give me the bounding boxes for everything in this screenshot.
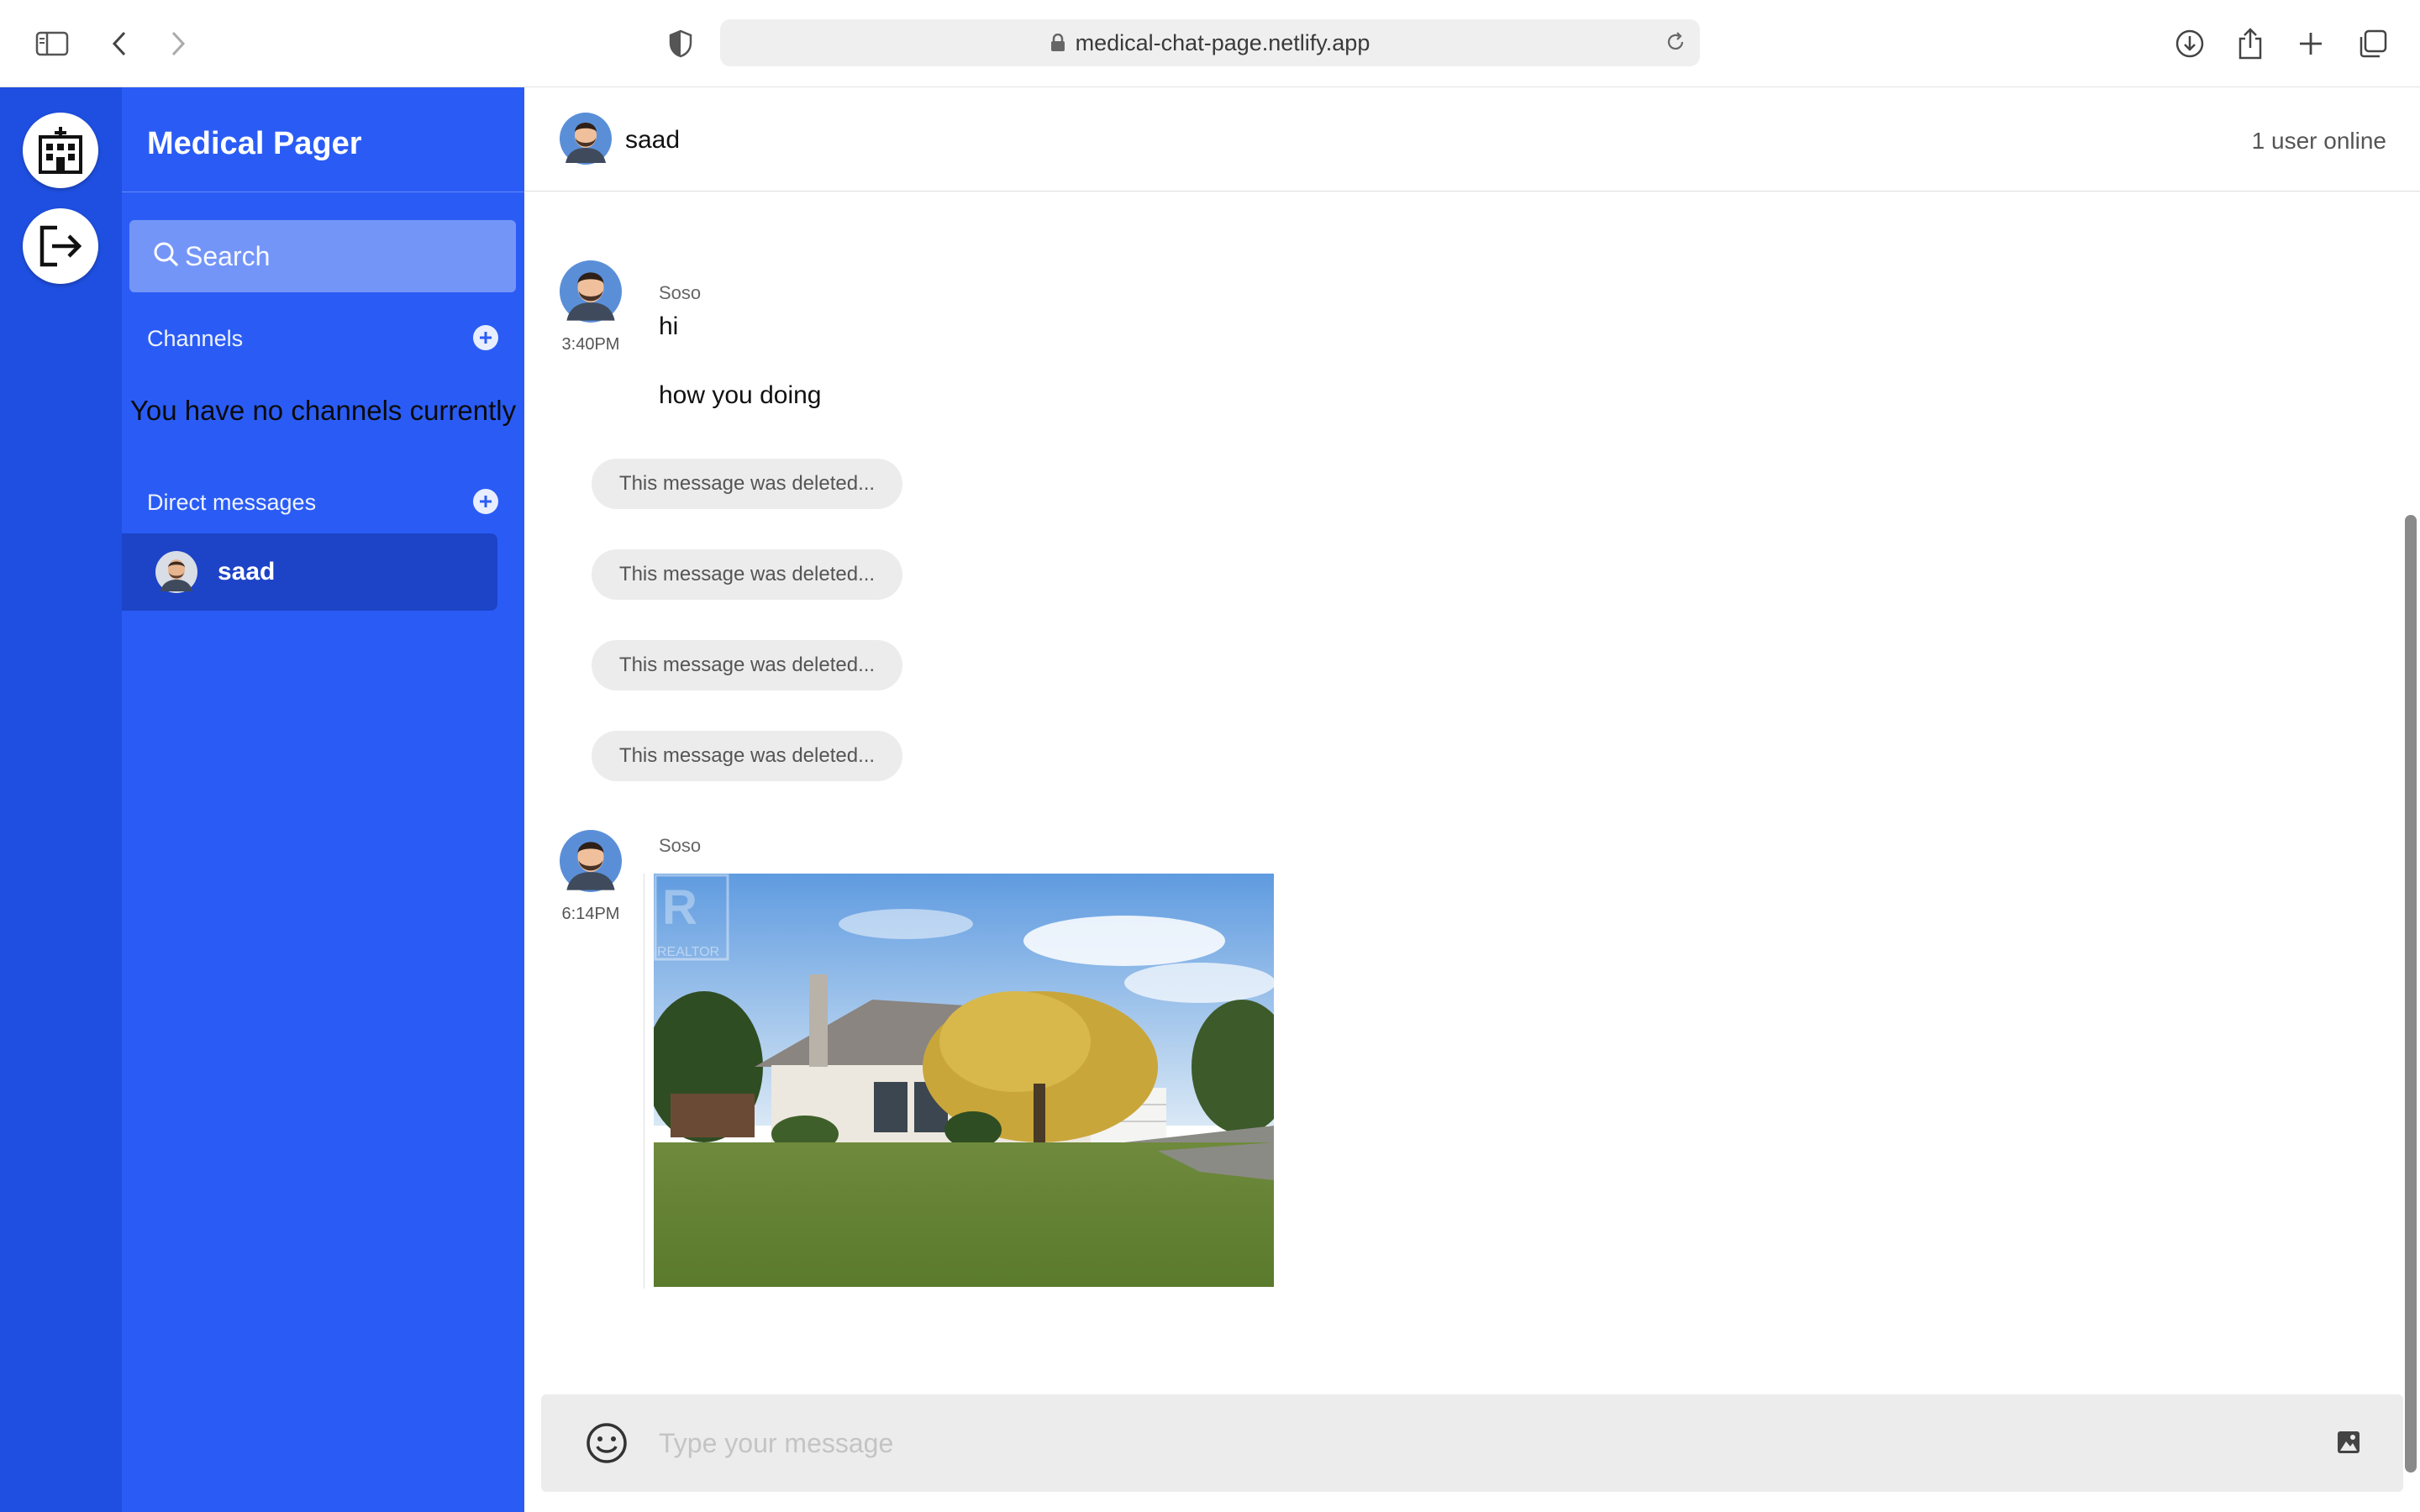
message-composer xyxy=(541,1394,2403,1492)
channels-empty-note: You have no channels currently xyxy=(129,395,517,426)
message-time: 3:40PM xyxy=(561,335,620,354)
logout-icon[interactable] xyxy=(23,208,98,284)
sidebar-toggle-icon[interactable] xyxy=(34,25,71,62)
search-input[interactable] xyxy=(185,240,504,272)
sidebar-item-label: saad xyxy=(218,558,276,585)
plus-icon xyxy=(480,496,492,507)
message-avatar xyxy=(560,260,622,327)
search-box[interactable] xyxy=(129,220,516,292)
svg-text:R: R xyxy=(662,880,697,935)
deleted-message: This message was deleted... xyxy=(592,459,902,509)
new-tab-icon[interactable] xyxy=(2292,25,2329,62)
chat-panel: saad 1 user online 3:40PM Soso hi how yo… xyxy=(524,87,2420,1512)
download-icon[interactable] xyxy=(2171,25,2208,62)
message-avatar xyxy=(560,830,622,896)
back-icon[interactable] xyxy=(101,25,138,62)
message-time: 6:14PM xyxy=(561,905,620,923)
message-text: how you doing xyxy=(659,381,822,409)
hospital-icon[interactable] xyxy=(23,113,98,188)
privacy-shield-icon[interactable] xyxy=(662,25,699,62)
house-photo[interactable]: R REALTOR xyxy=(654,874,1274,1287)
url-text: medical-chat-page.netlify.app xyxy=(1075,29,1370,55)
message-author: Soso xyxy=(659,282,702,303)
emoji-icon[interactable] xyxy=(585,1421,629,1469)
image-watermark: REALTOR xyxy=(657,945,719,959)
forward-icon[interactable] xyxy=(160,25,197,62)
icon-rail xyxy=(0,87,122,1512)
search-icon xyxy=(153,241,180,272)
app-title: Medical Pager xyxy=(147,126,362,161)
message-text: hi xyxy=(659,312,679,340)
direct-messages-label: Direct messages xyxy=(147,490,317,515)
channels-label: Channels xyxy=(147,326,244,351)
header-avatar xyxy=(560,113,612,169)
lock-icon xyxy=(1050,34,1065,52)
plus-icon xyxy=(480,332,492,344)
scrollbar-thumb[interactable] xyxy=(2405,515,2417,1473)
reload-icon[interactable] xyxy=(1665,31,1686,59)
chat-title: saad xyxy=(625,126,681,154)
add-direct-message-button[interactable] xyxy=(473,489,498,514)
online-status: 1 user online xyxy=(2251,128,2386,154)
address-bar[interactable]: medical-chat-page.netlify.app xyxy=(720,19,1700,66)
sidebar: Medical Pager Channels You have no chann… xyxy=(122,87,524,1512)
avatar xyxy=(155,551,197,593)
image-attach-icon[interactable] xyxy=(2336,1430,2361,1459)
chat-scrollbar[interactable] xyxy=(2402,192,2420,1473)
message-input[interactable] xyxy=(659,1420,2255,1467)
browser-toolbar: medical-chat-page.netlify.app xyxy=(0,0,2420,87)
deleted-message: This message was deleted... xyxy=(592,549,902,600)
deleted-message: This message was deleted... xyxy=(592,640,902,690)
message-author: Soso xyxy=(659,835,702,856)
deleted-message: This message was deleted... xyxy=(592,731,902,781)
share-icon[interactable] xyxy=(2232,25,2269,62)
chat-header: saad 1 user online xyxy=(524,87,2420,192)
sidebar-item-saad[interactable]: saad xyxy=(122,533,497,611)
add-channel-button[interactable] xyxy=(473,325,498,350)
tab-overview-icon[interactable] xyxy=(2354,25,2391,62)
